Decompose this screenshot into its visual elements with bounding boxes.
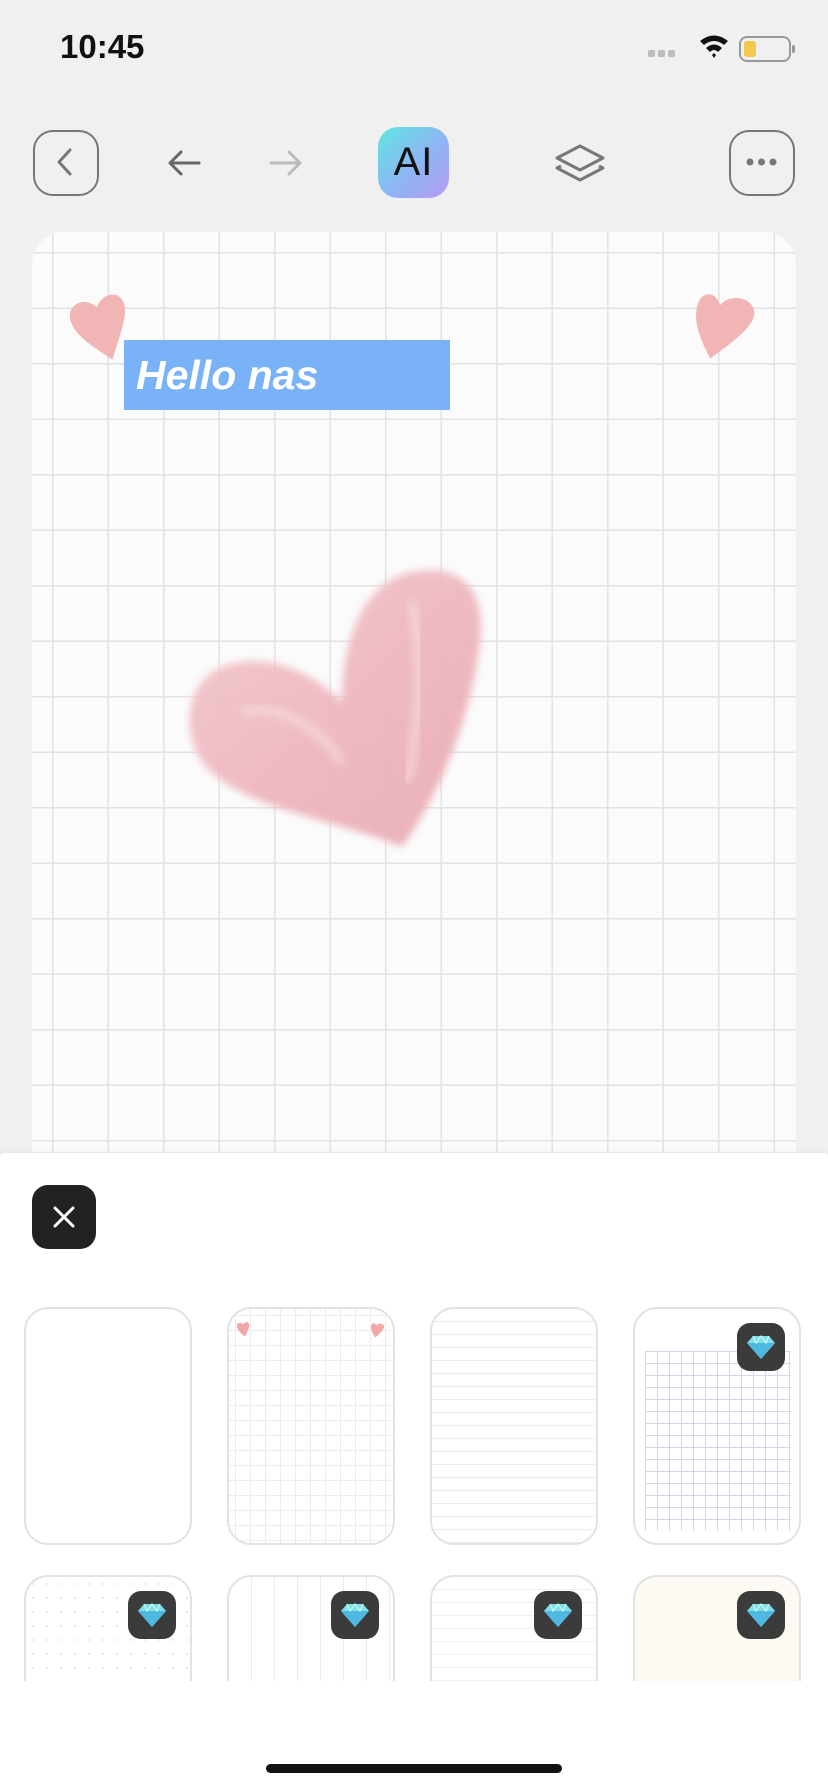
status-icons <box>648 32 798 68</box>
grid-pattern <box>645 1351 791 1531</box>
ai-button[interactable]: AI <box>378 127 449 198</box>
heart-icon <box>371 1323 385 1338</box>
home-indicator[interactable] <box>266 1764 562 1773</box>
close-button[interactable] <box>32 1185 96 1249</box>
heart-sticker-right[interactable] <box>686 286 766 362</box>
back-button[interactable] <box>33 130 99 196</box>
template-blue-grid[interactable] <box>633 1307 801 1545</box>
back-chevron-icon <box>57 148 72 176</box>
status-time: 10:45 <box>60 28 145 65</box>
template-dashed-columns[interactable] <box>227 1575 395 1681</box>
template-cream[interactable] <box>633 1575 801 1681</box>
template-grid <box>0 1303 828 1681</box>
redo-button[interactable] <box>257 138 313 188</box>
note-canvas[interactable]: Hello nas <box>32 232 796 1152</box>
template-faint-lined[interactable] <box>430 1575 598 1681</box>
redo-arrow-icon <box>269 150 302 176</box>
premium-badge <box>534 1591 582 1639</box>
ai-label: AI <box>393 140 434 184</box>
template-sheet <box>0 1153 828 1792</box>
diamond-icon <box>138 1602 166 1627</box>
template-blank[interactable] <box>24 1307 192 1545</box>
undo-arrow-icon <box>168 150 201 176</box>
premium-badge <box>331 1591 379 1639</box>
diamond-icon <box>341 1602 369 1627</box>
template-dotted[interactable] <box>24 1575 192 1681</box>
drawn-heart[interactable] <box>172 562 532 862</box>
battery-icon <box>739 36 795 62</box>
template-hearts-grid[interactable] <box>227 1307 395 1545</box>
diamond-icon <box>747 1334 775 1359</box>
premium-badge <box>737 1323 785 1371</box>
template-lined[interactable] <box>430 1307 598 1545</box>
layers-icon <box>555 144 605 182</box>
text-box[interactable]: Hello nas <box>124 340 450 410</box>
layers-button[interactable] <box>552 138 608 190</box>
wifi-icon <box>700 35 728 58</box>
premium-badge <box>128 1591 176 1639</box>
close-icon <box>53 1206 75 1228</box>
diamond-icon <box>747 1602 775 1627</box>
signal-icon <box>648 50 675 57</box>
diamond-icon <box>544 1602 572 1627</box>
heart-icon <box>236 1322 250 1337</box>
premium-badge <box>737 1591 785 1639</box>
more-icon <box>746 158 777 166</box>
more-button[interactable] <box>729 130 795 196</box>
undo-button[interactable] <box>157 138 213 188</box>
